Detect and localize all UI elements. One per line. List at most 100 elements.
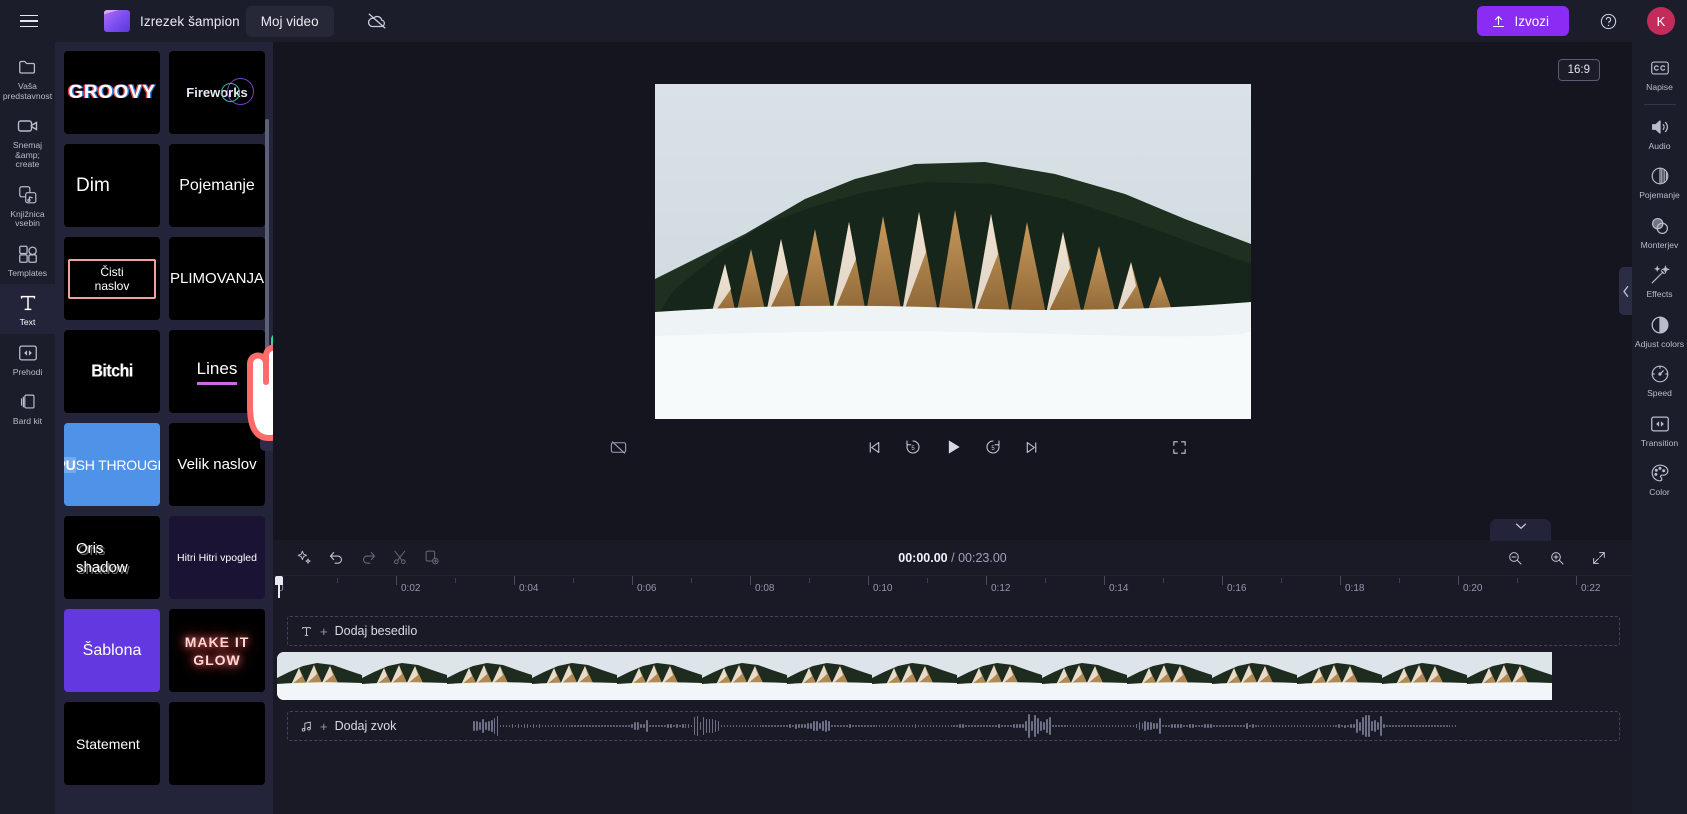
contrast-icon <box>1649 313 1671 337</box>
panel-collapse-button[interactable] <box>260 403 273 451</box>
captions-icon <box>1649 56 1671 80</box>
add-text-track[interactable]: + Dodaj besedilo <box>287 616 1620 646</box>
sidebar-item-color[interactable]: Color <box>1632 454 1687 504</box>
app-body: Vaša predstavnost Snemaj &amp; create Kn… <box>0 42 1687 814</box>
sidebar-item-effects[interactable]: Effects <box>1632 256 1687 306</box>
timeline-collapse-button[interactable] <box>1490 519 1551 541</box>
video-stage[interactable] <box>655 84 1251 419</box>
palette-icon <box>1649 461 1671 485</box>
sparkle-icon[interactable] <box>289 543 319 573</box>
template-card[interactable]: Fireworks <box>169 51 265 134</box>
center-column: 16:9 5 5 00:00.00 / 00:23.00 0 0:02 0:04… <box>273 42 1632 814</box>
sidebar-item-captions[interactable]: Napise <box>1632 49 1687 99</box>
template-card[interactable]: GROOVY <box>64 51 160 134</box>
ruler-label: 0:16 <box>1222 583 1246 594</box>
timeline-ruler[interactable]: 0 0:02 0:04 0:06 0:08 0:10 0:12 0:14 0:1… <box>273 576 1632 598</box>
template-card[interactable] <box>169 702 265 785</box>
sidebar-item-record-create[interactable]: Snemaj &amp; create <box>0 107 55 176</box>
duplicate-icon[interactable] <box>417 543 447 573</box>
clip-thumbnail <box>702 652 787 700</box>
template-card-label: Oris shadow <box>76 539 156 577</box>
add-audio-track[interactable]: + Dodaj zvok <box>287 711 1620 741</box>
scissors-icon[interactable] <box>385 543 415 573</box>
video-track-clip[interactable] <box>277 652 1632 700</box>
template-card[interactable]: PLIMOVANJA <box>169 237 265 320</box>
rewind-5-icon[interactable]: 5 <box>904 438 922 456</box>
sidebar-item-text[interactable]: Text <box>0 284 55 334</box>
help-circle-icon[interactable] <box>1593 6 1623 36</box>
sidebar-item-filters[interactable]: Monterjev <box>1632 207 1687 257</box>
music-note-icon <box>300 720 313 733</box>
sidebar-item-speed[interactable]: Speed <box>1632 355 1687 405</box>
sidebar-item-label: Prehodi <box>13 368 43 378</box>
clip-thumbnail <box>1467 652 1552 700</box>
template-card[interactable]: Dim <box>64 144 160 227</box>
skip-forward-icon[interactable] <box>1023 439 1040 456</box>
forward-5-icon[interactable]: 5 <box>984 438 1002 456</box>
template-card[interactable]: PUSH THROUGH <box>64 423 160 506</box>
zoom-out-icon[interactable] <box>1500 543 1530 573</box>
project-title-input[interactable]: Moj video <box>246 6 334 37</box>
sidebar-item-label: Monterjev <box>1641 241 1679 251</box>
clip-thumbnail <box>1042 652 1127 700</box>
ruler-label: 0:12 <box>986 583 1010 594</box>
ruler-label: 0:22 <box>1576 583 1600 594</box>
sidebar-item-label: Knjižnica vsebin <box>2 210 53 229</box>
captions-off-icon[interactable] <box>609 438 628 457</box>
template-card[interactable]: Čisti naslov <box>64 237 160 320</box>
sidebar-item-your-media[interactable]: Vaša predstavnost <box>0 48 55 107</box>
skip-back-icon[interactable] <box>866 439 883 456</box>
content-library-icon <box>17 183 39 207</box>
template-card[interactable]: Statement <box>64 702 160 785</box>
template-card[interactable]: Bitchi <box>64 330 160 413</box>
sidebar-item-templates[interactable]: Templates <box>0 235 55 285</box>
sidebar-item-label: Snemaj &amp; create <box>2 141 53 170</box>
current-time: 00:00.00 <box>898 551 947 565</box>
add-text-label: Dodaj besedilo <box>335 624 418 638</box>
panel-scrollbar[interactable] <box>265 119 269 369</box>
redo-button[interactable] <box>353 543 383 573</box>
preview-collapse-right[interactable] <box>1619 267 1632 315</box>
sidebar-item-brand-kit[interactable]: Bard kit <box>0 383 55 433</box>
add-text-plus: + <box>320 624 328 639</box>
sidebar-item-fade[interactable]: Pojemanje <box>1632 157 1687 207</box>
template-card-label: Fireworks <box>186 85 247 100</box>
fullscreen-icon[interactable] <box>1171 439 1188 456</box>
hamburger-icon[interactable] <box>12 4 46 38</box>
template-card-label: Bitchi <box>91 362 132 382</box>
template-card[interactable]: MAKE IT GLOW <box>169 609 265 692</box>
avatar[interactable]: K <box>1647 7 1675 35</box>
sidebar-item-content-library[interactable]: Knjižnica vsebin <box>0 176 55 235</box>
template-card[interactable]: Oris shadow <box>64 516 160 599</box>
fade-icon <box>1649 164 1671 188</box>
template-card[interactable]: Šablona <box>64 609 160 692</box>
timecode-display: 00:00.00 / 00:23.00 <box>273 551 1632 565</box>
play-button[interactable] <box>943 437 963 457</box>
template-card[interactable]: Velik naslov <box>169 423 265 506</box>
template-card-label: Pojemanje <box>179 177 255 195</box>
camera-icon <box>16 114 40 138</box>
filters-icon <box>1649 214 1671 238</box>
ruler-label: 0:10 <box>868 583 892 594</box>
template-card[interactable]: Pojemanje <box>169 144 265 227</box>
fit-to-screen-icon[interactable] <box>1584 543 1614 573</box>
undo-button[interactable] <box>321 543 351 573</box>
transition-icon <box>1649 412 1671 436</box>
template-card[interactable]: Lines <box>169 330 265 413</box>
sidebar-item-audio[interactable]: Audio <box>1632 108 1687 158</box>
sidebar-item-transitions[interactable]: Prehodi <box>0 334 55 384</box>
cloud-off-icon[interactable] <box>360 4 394 38</box>
sidebar-item-label: Pojemanje <box>1639 191 1680 201</box>
aspect-ratio-badge[interactable]: 16:9 <box>1558 59 1600 81</box>
sidebar-item-label: Audio <box>1649 142 1671 152</box>
add-template-button[interactable]: plus-icon <box>271 334 273 361</box>
brand-kit-icon <box>17 390 39 414</box>
template-card-label: PUSH THROUGH <box>64 457 160 473</box>
export-button[interactable]: Izvozi <box>1477 6 1569 36</box>
templates-icon <box>17 242 39 266</box>
sidebar-item-transition[interactable]: Transition <box>1632 405 1687 455</box>
template-card[interactable]: Hitri Hitri vpogled <box>169 516 265 599</box>
playhead[interactable] <box>278 576 280 598</box>
zoom-in-icon[interactable] <box>1542 543 1572 573</box>
sidebar-item-adjust-colors[interactable]: Adjust colors <box>1632 306 1687 356</box>
